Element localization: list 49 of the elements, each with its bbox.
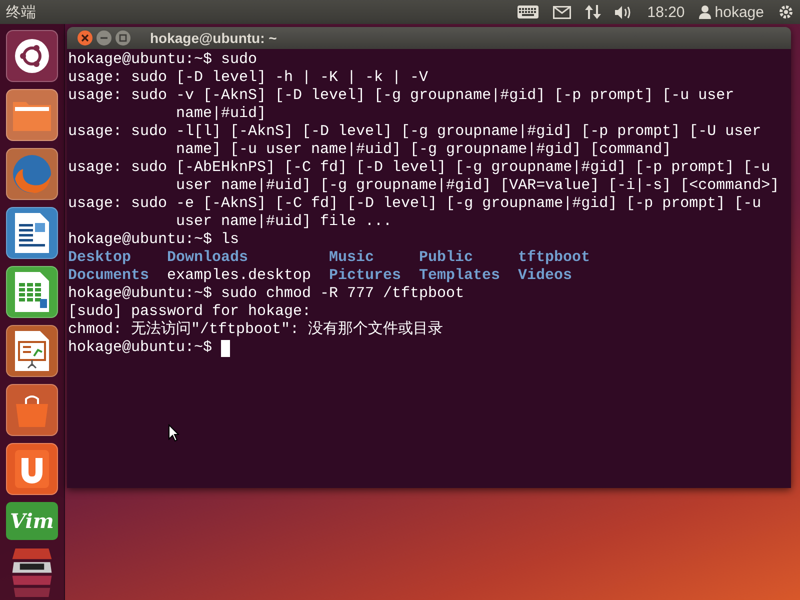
terminal-line: user name|#uid] file ... xyxy=(175,213,394,231)
directory-name: Templates xyxy=(419,267,500,285)
terminal-line: chmod: 无法访问"/tftpboot": 没有那个文件或目录 xyxy=(68,321,444,339)
terminal-line: usage: sudo [-AbEHknPS] [-C fd] [-D level] [-g groupname|#gid] [-p prompt] [-u xyxy=(68,159,772,177)
terminal-line: hokage@ubuntu:~$ xyxy=(68,339,212,357)
directory-name: Documents xyxy=(68,267,150,285)
u-shape-icon xyxy=(15,450,49,488)
mouse-pointer-icon xyxy=(168,424,179,442)
spreadsheet-icon xyxy=(14,271,50,313)
terminal-line: usage: sudo -v [-AknS] [-D level] [-g groupname|#gid] [-p prompt] [-u user xyxy=(68,87,736,105)
person-icon xyxy=(698,5,711,19)
terminal-line: hokage@ubuntu:~$ sudo chmod -R 777 /tftpboot xyxy=(68,285,466,303)
directory-name: Music xyxy=(329,249,374,267)
maximize-icon[interactable] xyxy=(115,30,131,46)
ubuntu-logo-icon xyxy=(14,38,50,74)
globe-icon xyxy=(11,153,53,195)
terminal-line: [sudo] password for hokage: xyxy=(68,303,312,320)
app-title: 终端 xyxy=(6,2,36,22)
document-icon xyxy=(14,212,50,254)
launcher-item[interactable] xyxy=(6,266,58,318)
terminal-line: user name|#uid] [-g groupname|#gid] [VAR=value] [-i|-s] [<command>] xyxy=(175,177,780,195)
user-name[interactable]: hokage xyxy=(714,4,764,20)
directory-name: tftpboot xyxy=(518,249,590,267)
gear-icon[interactable] xyxy=(778,4,794,20)
directory-name: Desktop xyxy=(68,249,132,267)
directory-name: Public xyxy=(419,249,474,267)
launcher-item[interactable] xyxy=(6,207,58,259)
envelope-icon[interactable] xyxy=(553,6,572,18)
terminal-line: usage: sudo -e [-AknS] [-C fd] [-D level] [-g groupname|#gid] [-p prompt] [-u xyxy=(68,195,762,213)
directory-name: Videos xyxy=(518,267,572,285)
minimize-icon[interactable] xyxy=(96,30,112,46)
window-title: hokage@ubuntu: ~ xyxy=(150,30,277,46)
keyboard-icon[interactable] xyxy=(517,5,540,19)
launcher-item[interactable] xyxy=(6,30,58,82)
file-name: examples.desktop xyxy=(167,267,312,285)
terminal-line: usage: sudo -l[l] [-AknS] [-D level] [-g groupname|#gid] [-p prompt] [-U user xyxy=(68,123,762,141)
terminal-line: usage: sudo [-D level] -h | -K | -k | -V xyxy=(68,69,430,87)
terminal-line: hokage@ubuntu:~$ ls xyxy=(68,231,240,249)
launcher-item[interactable] xyxy=(6,325,58,377)
presentation-icon xyxy=(14,330,50,372)
vim-launcher-item[interactable]: Vim xyxy=(6,502,58,540)
directory-name: Pictures xyxy=(329,267,402,285)
directory-name: Downloads xyxy=(167,249,248,267)
terminal-line: name|#uid] xyxy=(175,105,268,123)
clock[interactable]: 18:20 xyxy=(647,4,685,20)
close-icon[interactable] xyxy=(77,30,93,46)
terminal-line: name] [-u user name|#uid] [-g groupname|#gid] [command] xyxy=(175,141,672,159)
network-arrows-icon[interactable] xyxy=(585,4,602,20)
terminal-line: hokage@ubuntu:~$ sudo xyxy=(68,51,258,69)
